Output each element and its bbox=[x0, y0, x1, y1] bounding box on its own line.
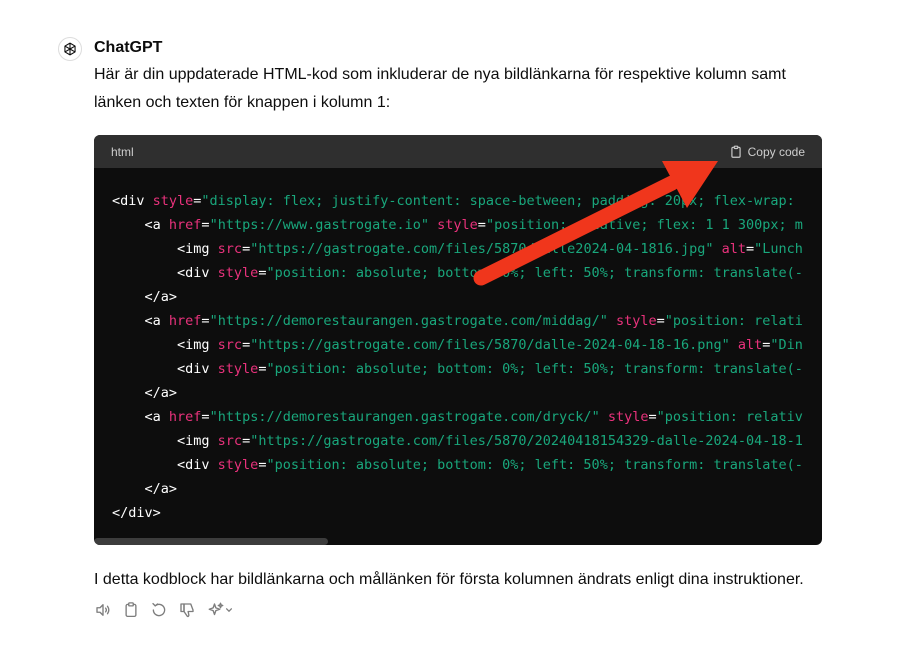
code-token-eq: = bbox=[656, 313, 665, 329]
code-token-str: "https://www.gastrogate.io" bbox=[209, 217, 430, 233]
code-line: <img src="https://gastrogate.com/files/5… bbox=[112, 429, 822, 453]
code-token-tag: </a> bbox=[112, 481, 178, 497]
code-token-tag bbox=[608, 313, 616, 329]
code-token-str: "position: absolute; bottom: 0%; left: 5… bbox=[266, 265, 803, 281]
code-token-tag: </a> bbox=[112, 289, 178, 305]
thumbs-down-icon bbox=[180, 603, 194, 618]
code-line: </a> bbox=[112, 381, 822, 405]
regenerate-button[interactable] bbox=[150, 601, 168, 619]
code-token-str: "https://gastrogate.com/files/5870/dalle… bbox=[250, 241, 714, 257]
code-token-str: "position: relativ bbox=[656, 409, 803, 425]
copy-code-label: Copy code bbox=[747, 144, 805, 159]
code-token-attr: style bbox=[217, 361, 259, 377]
code-token-attr: style bbox=[217, 265, 259, 281]
code-token-eq: = bbox=[242, 433, 251, 449]
code-token-eq: = bbox=[648, 409, 657, 425]
code-token-attr: style bbox=[615, 313, 657, 329]
code-token-attr: src bbox=[217, 433, 243, 449]
code-token-tag: <a bbox=[112, 409, 169, 425]
code-token-attr: style bbox=[152, 193, 194, 209]
code-token-attr: style bbox=[217, 457, 259, 473]
model-switch-button[interactable] bbox=[206, 601, 234, 619]
sparkle-model-icon bbox=[208, 602, 224, 616]
code-token-attr: src bbox=[217, 337, 243, 353]
code-token-tag bbox=[713, 241, 721, 257]
read-aloud-button[interactable] bbox=[94, 601, 112, 619]
code-token-attr: src bbox=[217, 241, 243, 257]
code-token-attr: alt bbox=[721, 241, 747, 257]
code-line: <div style="position: absolute; bottom: … bbox=[112, 453, 822, 477]
code-token-tag: <div bbox=[112, 265, 218, 281]
code-line: <div style="position: absolute; bottom: … bbox=[112, 261, 822, 285]
code-token-eq: = bbox=[201, 217, 210, 233]
code-token-tag: <a bbox=[112, 217, 169, 233]
code-token-str: "Din bbox=[770, 337, 803, 353]
message-outro: I detta kodblock har bildlänkarna och må… bbox=[94, 571, 804, 588]
code-token-tag bbox=[600, 409, 608, 425]
code-token-tag: <div bbox=[112, 193, 153, 209]
code-token-tag: <img bbox=[112, 241, 218, 257]
chatgpt-avatar bbox=[58, 37, 82, 61]
chevron-down-icon bbox=[225, 608, 233, 613]
code-line: <a href="https://demorestaurangen.gastro… bbox=[112, 309, 822, 333]
openai-logo-icon bbox=[64, 42, 76, 56]
clipboard-icon bbox=[730, 145, 741, 158]
code-token-attr: href bbox=[168, 217, 202, 233]
code-token-tag: <a bbox=[112, 313, 169, 329]
code-token-tag: <img bbox=[112, 337, 218, 353]
code-token-eq: = bbox=[201, 313, 210, 329]
code-token-attr: alt bbox=[737, 337, 763, 353]
code-block: html Copy code <div style="display: flex… bbox=[94, 135, 822, 545]
code-token-tag: <div bbox=[112, 457, 218, 473]
code-token-str: "https://demorestaurangen.gastrogate.com… bbox=[209, 313, 608, 329]
thumbs-down-button[interactable] bbox=[178, 601, 196, 619]
code-token-eq: = bbox=[746, 241, 755, 257]
copy-code-button[interactable]: Copy code bbox=[729, 145, 805, 159]
code-token-eq: = bbox=[477, 217, 486, 233]
code-line: </a> bbox=[112, 285, 822, 309]
sender-name: ChatGPT bbox=[94, 39, 163, 56]
code-token-str: "https://gastrogate.com/files/5870/20240… bbox=[250, 433, 803, 449]
code-token-tag: <div bbox=[112, 361, 218, 377]
code-token-tag: </a> bbox=[112, 385, 178, 401]
code-token-tag: </div> bbox=[112, 505, 161, 521]
code-token-str: "position: relative; flex: 1 1 300px; m bbox=[485, 217, 803, 233]
code-line: <a href="https://www.gastrogate.io" styl… bbox=[112, 213, 822, 237]
code-token-str: "https://demorestaurangen.gastrogate.com… bbox=[209, 409, 600, 425]
code-token-attr: style bbox=[607, 409, 649, 425]
code-token-attr: href bbox=[168, 313, 202, 329]
copy-icon bbox=[125, 602, 137, 618]
code-token-eq: = bbox=[242, 241, 251, 257]
code-line: <img src="https://gastrogate.com/files/5… bbox=[112, 333, 822, 357]
horizontal-scrollbar[interactable] bbox=[94, 538, 328, 545]
code-line: </div> bbox=[112, 501, 822, 525]
code-token-str: "display: flex; justify-content: space-b… bbox=[201, 193, 803, 209]
code-content[interactable]: <div style="display: flex; justify-conte… bbox=[94, 168, 822, 525]
code-line: </a> bbox=[112, 477, 822, 501]
code-line: <div style="display: flex; justify-conte… bbox=[112, 189, 822, 213]
code-line: <div style="position: absolute; bottom: … bbox=[112, 357, 822, 381]
read-aloud-icon bbox=[96, 604, 110, 616]
code-line: <img src="https://gastrogate.com/files/5… bbox=[112, 237, 822, 261]
code-token-tag bbox=[730, 337, 738, 353]
code-token-str: "Lunch bbox=[754, 241, 803, 257]
code-token-tag bbox=[429, 217, 437, 233]
code-line: <a href="https://demorestaurangen.gastro… bbox=[112, 405, 822, 429]
code-token-tag: <img bbox=[112, 433, 218, 449]
code-token-str: "position: absolute; bottom: 0%; left: 5… bbox=[266, 457, 803, 473]
regenerate-icon bbox=[152, 602, 166, 617]
code-token-str: "https://gastrogate.com/files/5870/dalle… bbox=[250, 337, 730, 353]
code-block-header: html Copy code bbox=[94, 135, 822, 168]
message-actions bbox=[94, 601, 234, 619]
copy-message-button[interactable] bbox=[122, 601, 140, 619]
code-token-eq: = bbox=[201, 409, 210, 425]
code-token-eq: = bbox=[242, 337, 251, 353]
code-token-str: "position: relati bbox=[664, 313, 803, 329]
code-language-label: html bbox=[111, 144, 134, 159]
code-token-attr: style bbox=[437, 217, 478, 233]
message-intro: Här är din uppdaterade HTML-kod som inkl… bbox=[94, 66, 786, 111]
code-token-str: "position: absolute; bottom: 0%; left: 5… bbox=[266, 361, 803, 377]
code-token-attr: href bbox=[168, 409, 202, 425]
